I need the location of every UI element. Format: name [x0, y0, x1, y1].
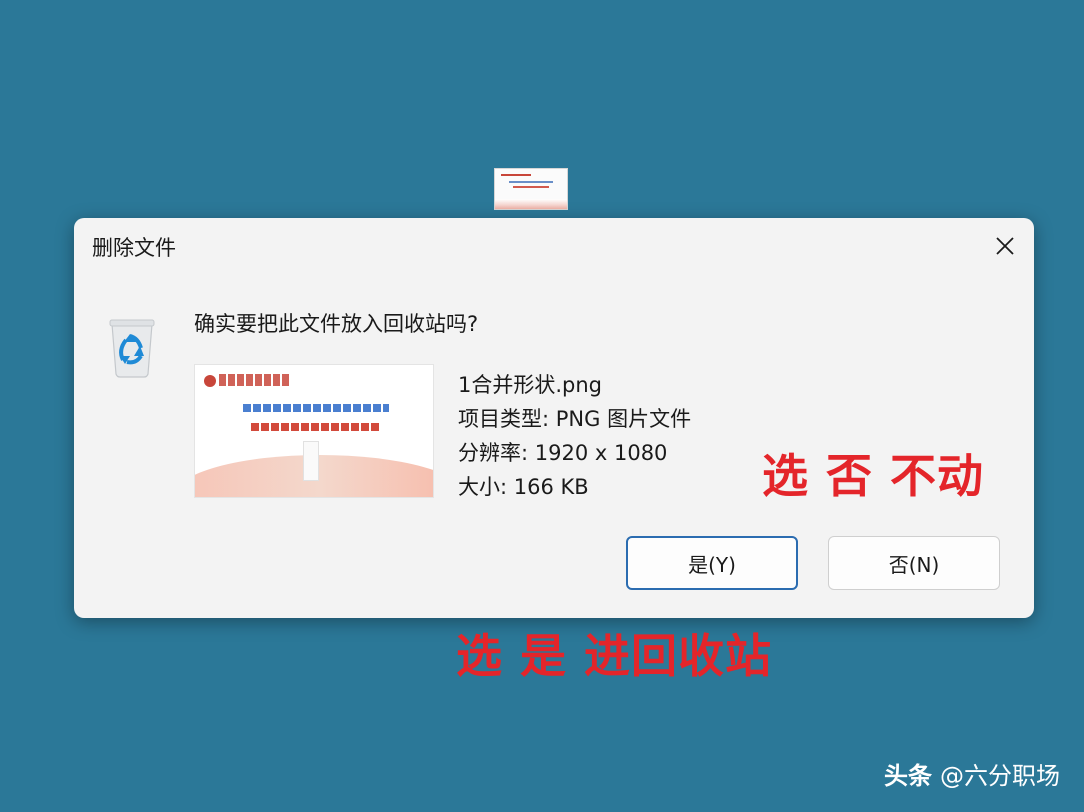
watermark: 头条 @六分职场: [884, 756, 1060, 791]
no-button[interactable]: 否(N): [828, 536, 1000, 590]
close-icon: [996, 237, 1014, 255]
desktop: { "dialog": { "title": "删除文件", "question…: [0, 0, 1084, 812]
close-button[interactable]: [988, 226, 1022, 266]
dialog-title: 删除文件: [92, 236, 176, 260]
file-resolution: 分辨率: 1920 x 1080: [458, 441, 668, 465]
watermark-author: @六分职场: [940, 762, 1060, 790]
file-info: 1合并形状.png 项目类型: PNG 图片文件 分辨率: 1920 x 108…: [458, 368, 691, 504]
watermark-source: 头条: [884, 762, 932, 790]
file-size: 大小: 166 KB: [458, 475, 589, 499]
file-name: 1合并形状.png: [458, 373, 603, 397]
desktop-file-thumbnail[interactable]: [494, 168, 568, 210]
confirm-question: 确实要把此文件放入回收站吗?: [194, 312, 479, 336]
file-preview-thumbnail: [194, 364, 434, 498]
yes-button[interactable]: 是(Y): [626, 536, 798, 590]
file-type: 项目类型: PNG 图片文件: [458, 407, 692, 431]
annotation-no-note: 选 否 不动: [762, 449, 985, 503]
recycle-bin-icon: [109, 319, 155, 378]
annotation-yes-note: 选 是 进回收站: [456, 629, 773, 683]
delete-file-dialog: 删除文件 确实要把此文件放入回收站吗? 1合并形状.png 项目类型: PNG …: [74, 218, 1034, 618]
